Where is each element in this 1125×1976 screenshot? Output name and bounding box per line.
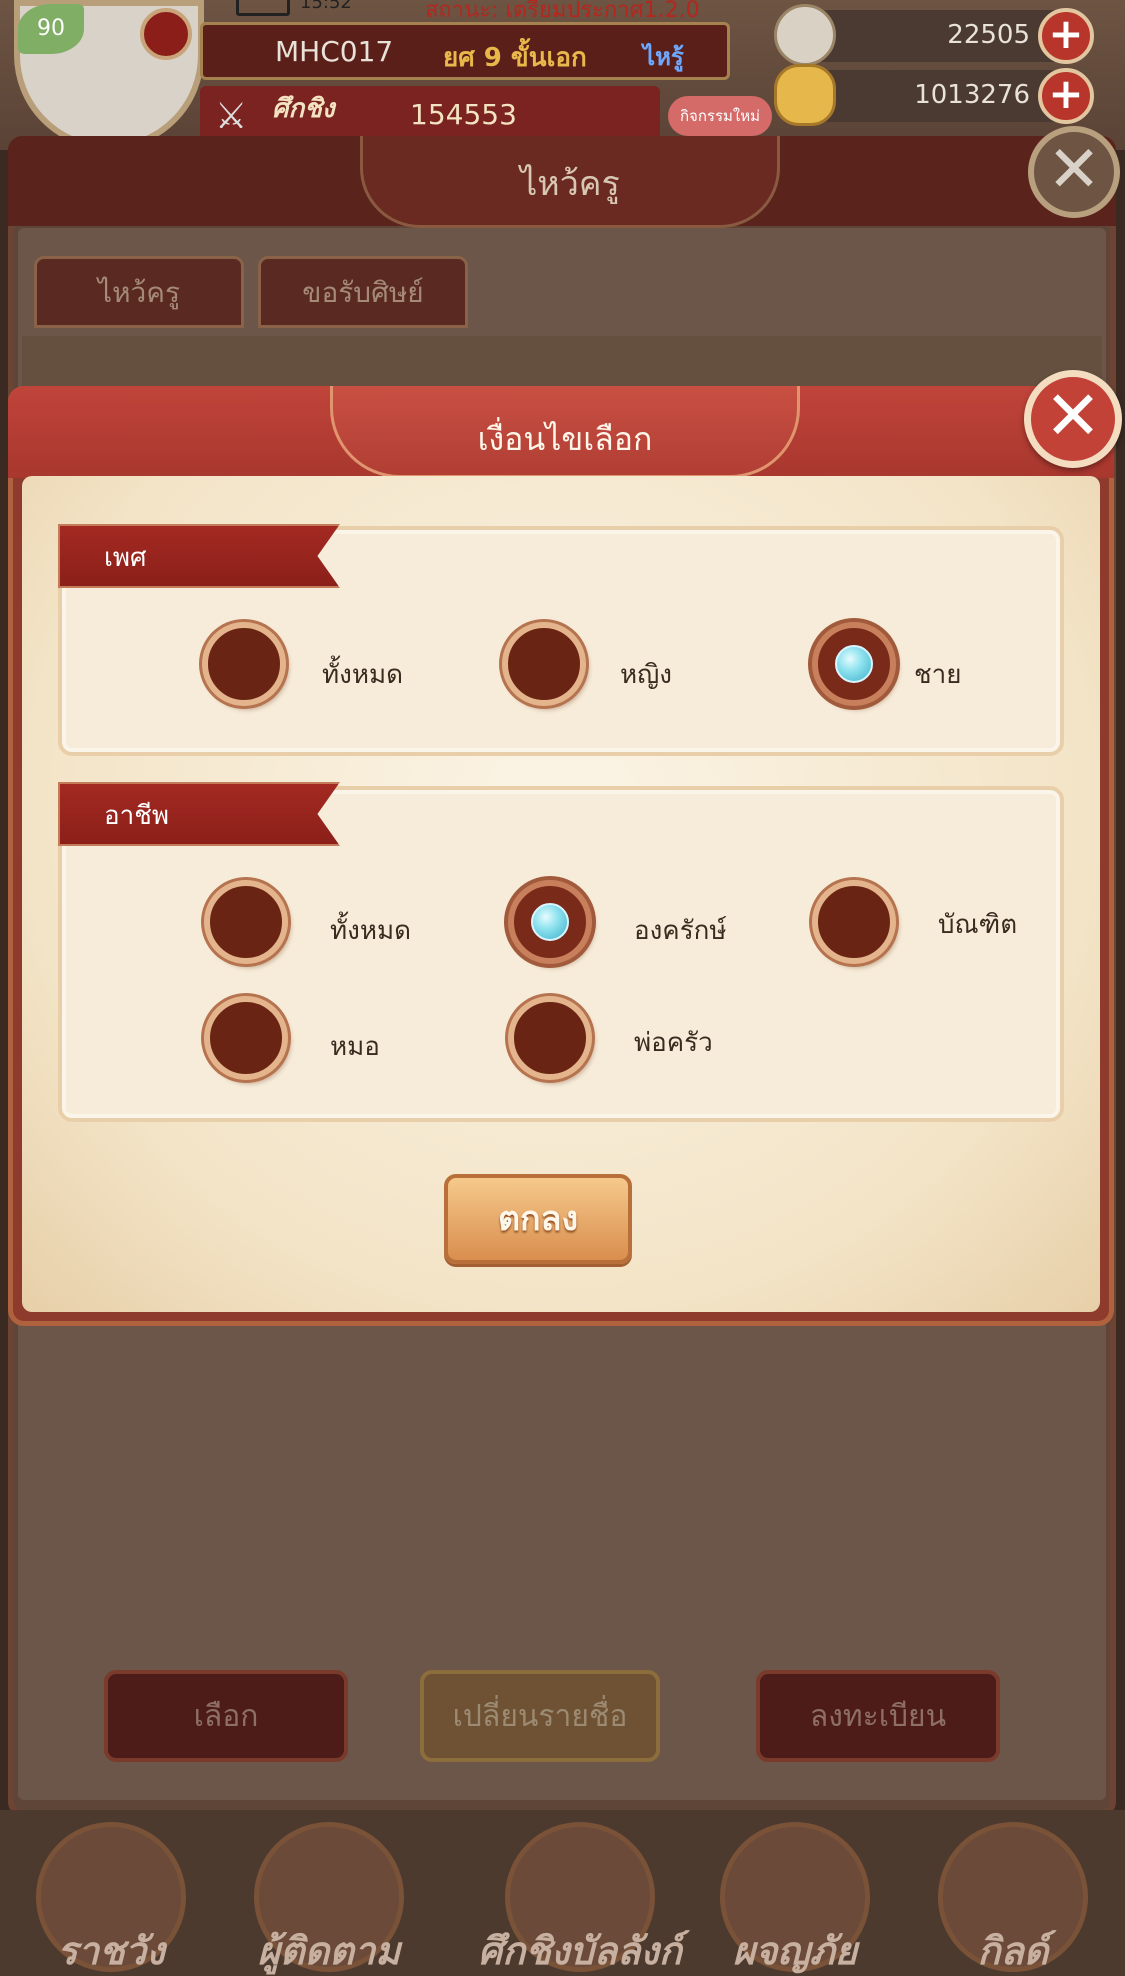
gender-option-all-label[interactable]: ทั้งหมด (322, 654, 403, 695)
select-button[interactable]: เลือก (104, 1670, 348, 1762)
player-level-badge: 90 (18, 4, 84, 54)
notification-dot-icon (140, 8, 192, 60)
activity-badge[interactable]: กิจกรรมใหม่ (668, 96, 772, 136)
battery-icon (236, 0, 290, 16)
currency-coin: 22505 + (774, 4, 1094, 66)
nav-palace-label: ราชวัง (57, 1929, 165, 1973)
coin-value: 22505 (947, 20, 1030, 50)
background-close-icon[interactable]: ✕ (1028, 126, 1120, 218)
power-value: 154553 (410, 98, 517, 131)
tab-worship-teacher[interactable]: ไหว้ครู (34, 256, 244, 328)
change-list-button[interactable]: เปลี่ยนรายชื่อ (420, 1670, 660, 1762)
add-gold-button[interactable]: + (1038, 68, 1094, 124)
career-section-label: อาชีพ (58, 782, 340, 846)
selected-gem-icon (835, 645, 873, 683)
close-icon[interactable]: ✕ (1024, 370, 1122, 468)
gender-section-label: เพศ (58, 524, 340, 588)
nav-adventure-label: ผจญภัย (732, 1929, 858, 1973)
coin-icon (774, 4, 836, 66)
gender-option-all-radio[interactable] (202, 622, 286, 706)
nav-followers[interactable]: ผู้ติดตาม (234, 1816, 424, 1976)
background-panel-title: ไหว้ครู (520, 164, 620, 204)
gender-option-female-radio[interactable] (502, 622, 586, 706)
nav-adventure[interactable]: ผจญภัย (700, 1816, 890, 1976)
selected-gem-icon (531, 903, 569, 941)
gold-ingot-icon (774, 64, 836, 126)
player-name-bar: MHC017 ยศ 9 ขั้นเอก ไหรู้ (200, 22, 730, 80)
player-tag: ไหรู้ (643, 43, 684, 71)
tab-request-student[interactable]: ขอรับศิษย์ (258, 256, 468, 328)
crossed-swords-icon: ⚔ (215, 96, 248, 137)
player-name: MHC017 (275, 35, 394, 68)
nav-throne-battle[interactable]: ศึกชิงบัลลังก์ (460, 1816, 700, 1976)
clock-time: 15:52 (300, 0, 352, 13)
career-option-all-radio[interactable] (204, 880, 288, 964)
career-option-guard-radio[interactable] (508, 880, 592, 964)
power-label: ศึกชิง (272, 94, 335, 124)
career-option-scholar-radio[interactable] (812, 880, 896, 964)
career-option-all-label[interactable]: ทั้งหมด (330, 910, 411, 951)
ok-button[interactable]: ตกลง (444, 1174, 632, 1264)
nav-guild[interactable]: กิลด์ (918, 1816, 1108, 1976)
add-coin-button[interactable]: + (1038, 8, 1094, 64)
nav-palace[interactable]: ราชวัง (16, 1816, 206, 1976)
career-option-guard-label[interactable]: องครักษ์ (634, 910, 727, 951)
career-option-cook-radio[interactable] (508, 996, 592, 1080)
gold-value: 1013276 (914, 80, 1030, 110)
nav-followers-label: ผู้ติดตาม (257, 1929, 401, 1973)
gender-option-male-radio[interactable] (812, 622, 896, 706)
nav-throne-battle-label: ศึกชิงบัลลังก์ (478, 1929, 682, 1973)
gender-option-male-label[interactable]: ชาย (914, 654, 961, 695)
register-button[interactable]: ลงทะเบียน (756, 1670, 1000, 1762)
player-rank: ยศ 9 ขั้นเอก (443, 43, 587, 73)
nav-guild-label: กิลด์ (977, 1929, 1049, 1973)
career-option-cook-label[interactable]: พ่อครัว (634, 1022, 713, 1063)
player-power-bar: ศึกชิง 154553 (200, 86, 660, 142)
filter-dialog-title: เงื่อนไขเลือก (477, 420, 653, 458)
career-option-scholar-label[interactable]: บัณฑิต (938, 904, 1017, 945)
gender-option-female-label[interactable]: หญิง (620, 654, 672, 695)
career-option-doctor-label[interactable]: หมอ (330, 1026, 380, 1067)
career-option-doctor-radio[interactable] (204, 996, 288, 1080)
currency-gold: 1013276 + (774, 64, 1094, 126)
